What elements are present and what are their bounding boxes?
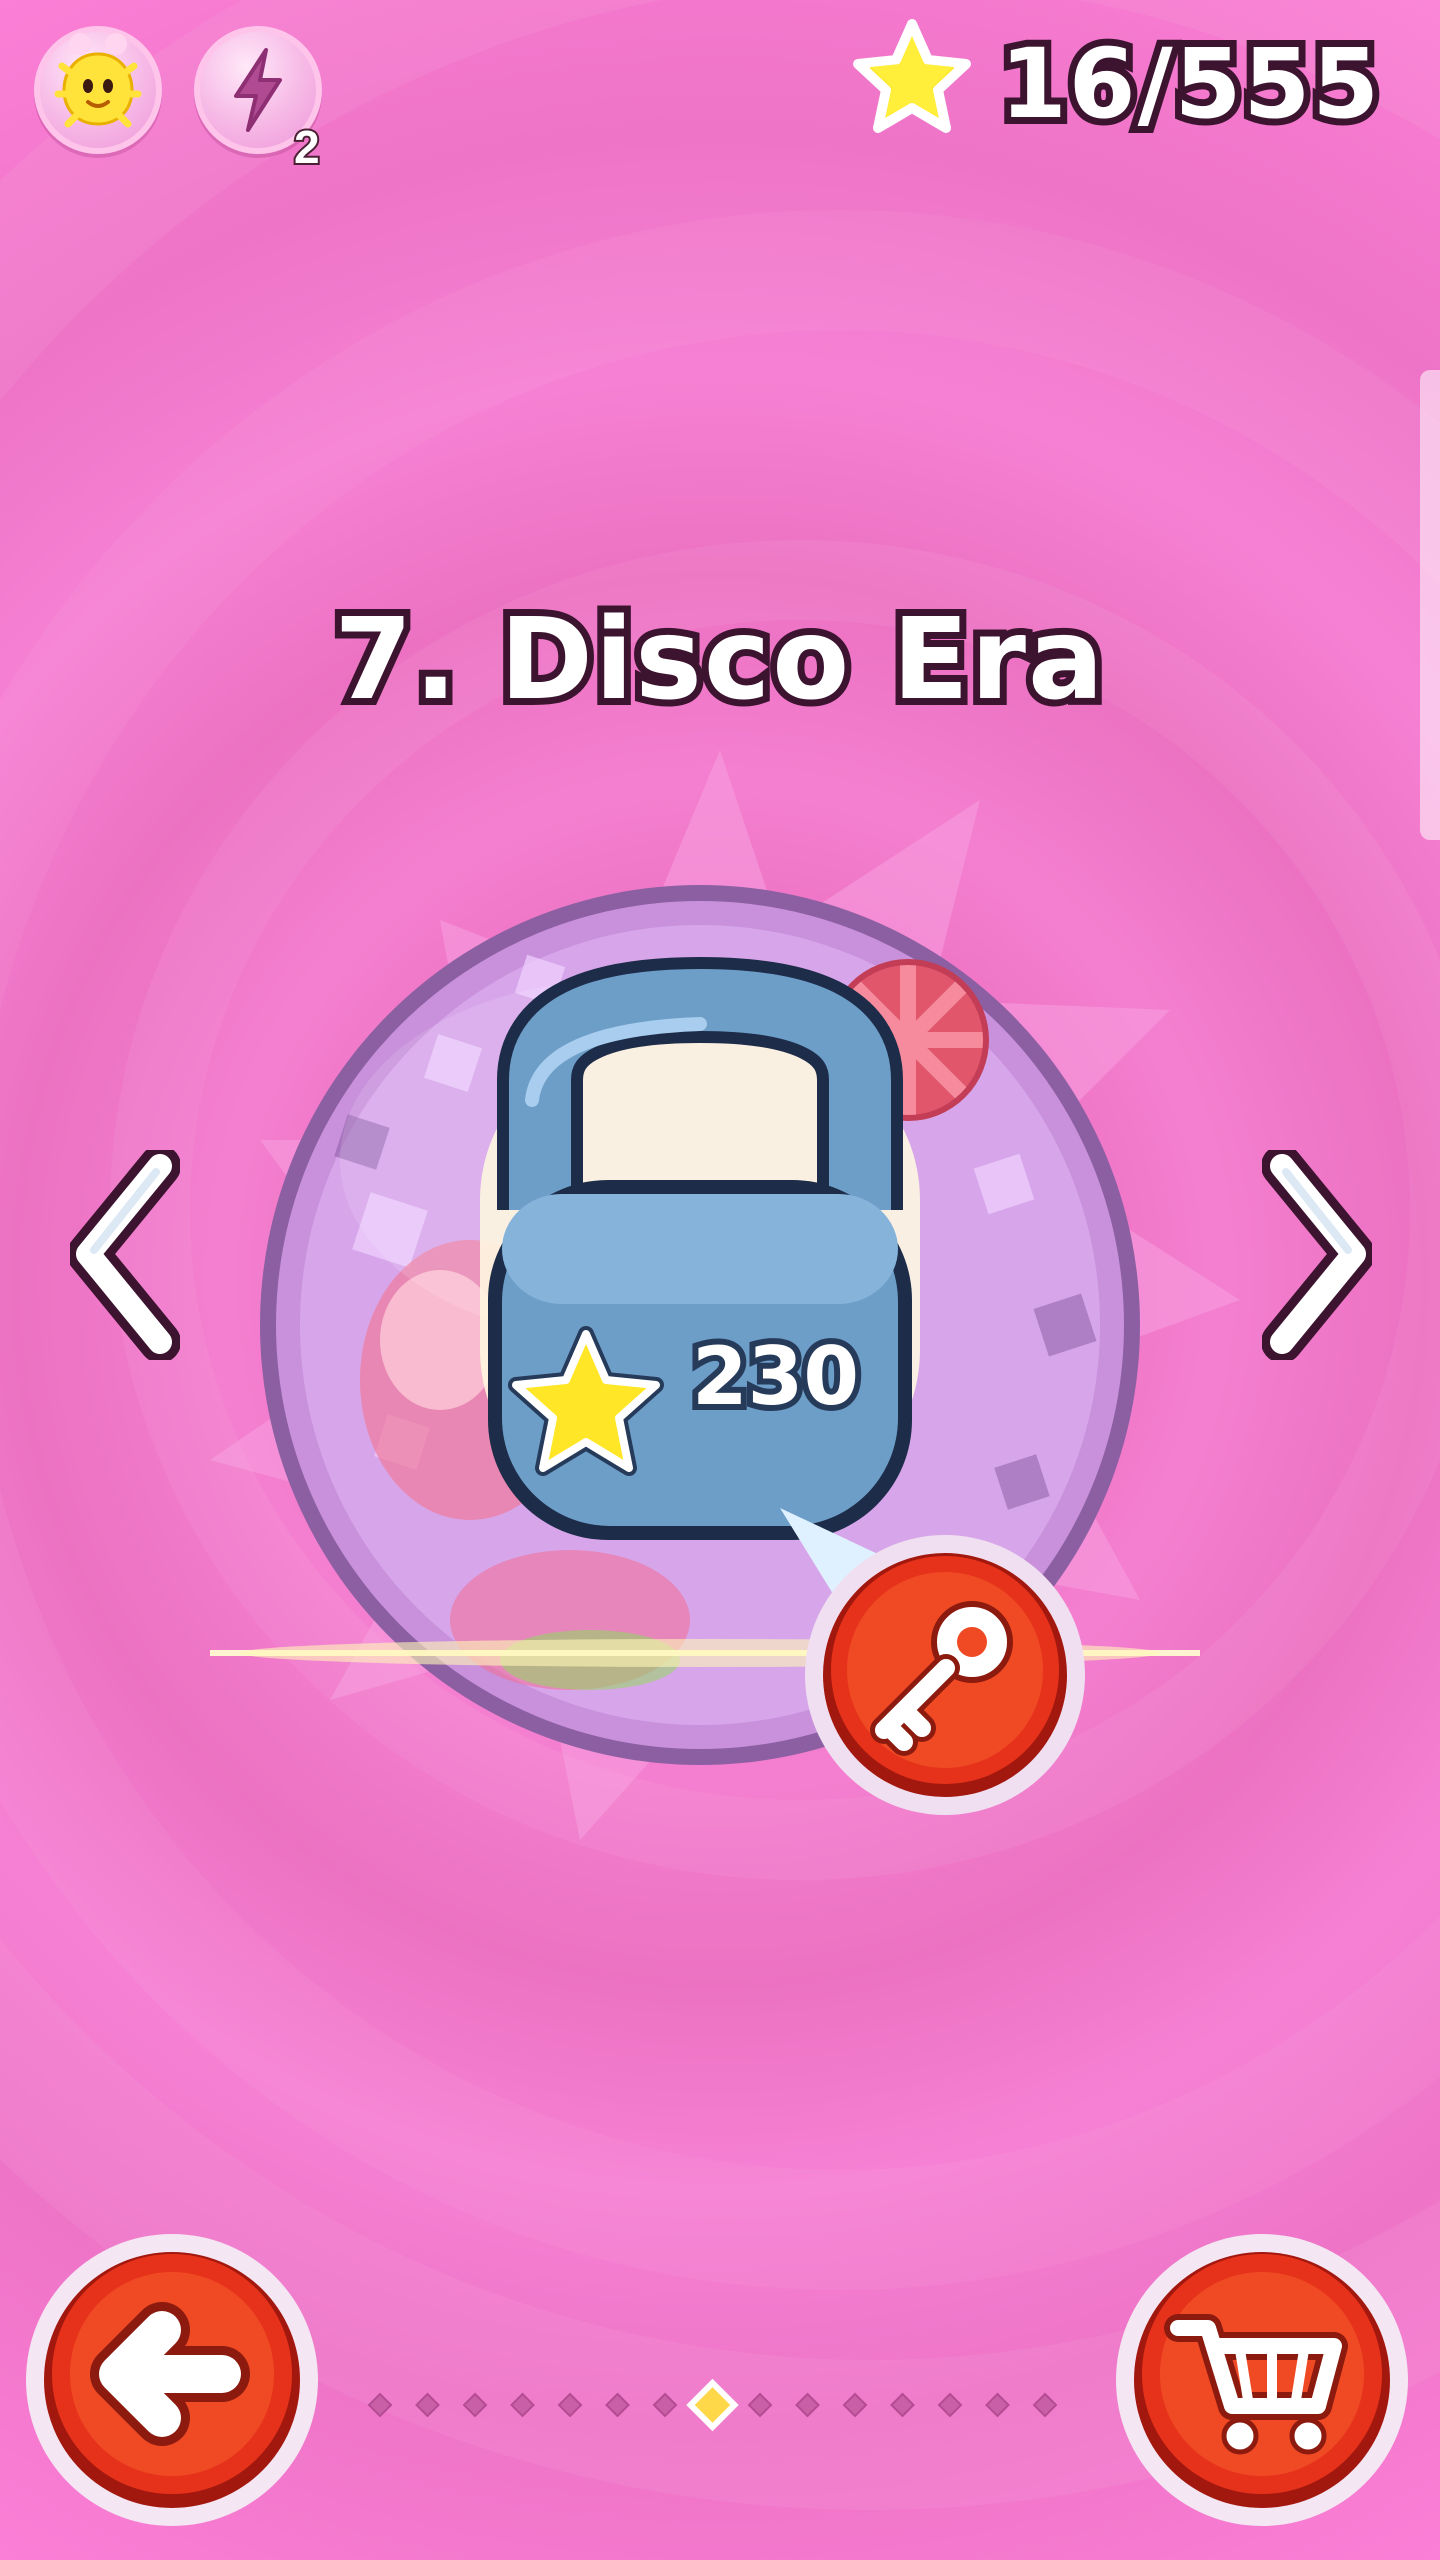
page-dot <box>652 2392 678 2418</box>
star-counter: 16/555 <box>993 21 1386 147</box>
shop-button[interactable] <box>1112 2230 1412 2530</box>
star-icon <box>853 19 971 133</box>
page-dot <box>937 2392 963 2418</box>
avatar-icon <box>54 33 142 128</box>
page-dot <box>510 2392 535 2418</box>
key-button[interactable] <box>800 1530 1090 1820</box>
page-dot <box>367 2392 393 2418</box>
page-dot <box>842 2392 868 2418</box>
profile-button[interactable] <box>34 26 162 154</box>
chevron-left-icon[interactable] <box>70 1150 180 1360</box>
page-dot <box>1032 2392 1058 2418</box>
page-dot <box>462 2392 488 2418</box>
world-select-screen: 2 16/555 7. Disco Era 230 <box>0 0 1440 2560</box>
page-dot <box>890 2392 915 2418</box>
page-dot <box>795 2392 820 2418</box>
world-title: 7. Disco Era <box>327 588 1110 732</box>
page-dot <box>747 2392 773 2418</box>
page-dot <box>557 2392 583 2418</box>
page-dot <box>605 2392 630 2418</box>
unlock-star-cost: 230 <box>686 1324 865 1429</box>
back-button[interactable] <box>22 2230 322 2530</box>
chevron-right-icon[interactable] <box>1262 1150 1372 1360</box>
page-dot-active <box>686 2378 739 2432</box>
page-indicator <box>367 2378 1058 2432</box>
energy-count: 2 <box>292 119 322 175</box>
page-dot <box>985 2392 1010 2418</box>
page-dot <box>415 2392 440 2418</box>
